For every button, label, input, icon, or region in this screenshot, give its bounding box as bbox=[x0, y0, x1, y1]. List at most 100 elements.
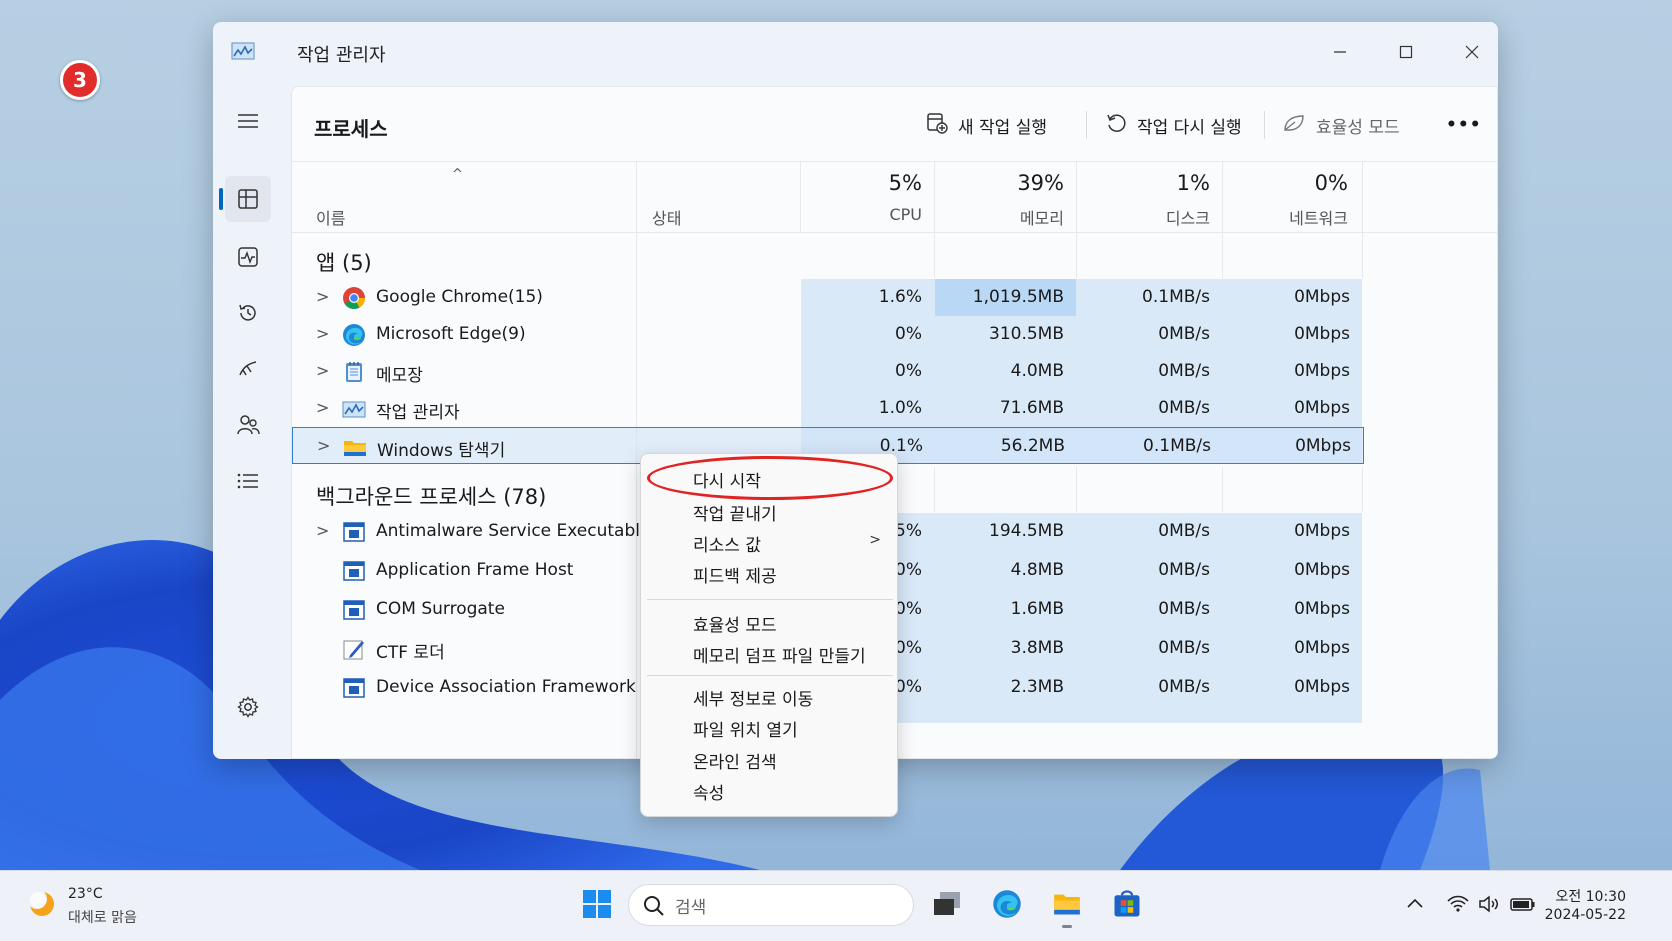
weather-description[interactable]: 대체로 맑음 bbox=[68, 907, 137, 927]
menu-item-restart[interactable]: 다시 시작 bbox=[693, 467, 761, 492]
memory-value: 1.6MB bbox=[1010, 599, 1064, 619]
task-manager-icon bbox=[342, 397, 366, 421]
network-value: 0Mbps bbox=[1294, 361, 1350, 381]
divider bbox=[292, 232, 1498, 233]
toolbar-separator bbox=[1264, 111, 1265, 139]
column-divider bbox=[934, 233, 935, 278]
battery-icon[interactable] bbox=[1510, 894, 1536, 919]
column-divider bbox=[1076, 233, 1077, 278]
expand-chevron-icon[interactable]: > bbox=[316, 287, 329, 306]
folder-icon bbox=[343, 435, 367, 459]
task-view-icon[interactable] bbox=[930, 887, 964, 921]
wifi-icon[interactable] bbox=[1446, 894, 1470, 919]
menu-item-resource-values[interactable]: 리소스 값 bbox=[693, 531, 761, 556]
memory-value: 4.0MB bbox=[1010, 361, 1064, 381]
disk-value: 0MB/s bbox=[1158, 398, 1210, 418]
expand-chevron-icon[interactable]: > bbox=[317, 436, 330, 455]
expand-chevron-icon[interactable]: > bbox=[316, 324, 329, 343]
notepad-icon bbox=[342, 360, 366, 384]
network-value: 0Mbps bbox=[1294, 521, 1350, 541]
sort-ascending-icon[interactable]: ^ bbox=[452, 167, 463, 182]
performance-nav-icon[interactable] bbox=[225, 234, 271, 280]
process-name: COM Surrogate bbox=[376, 599, 505, 619]
settings-gear-icon[interactable] bbox=[225, 684, 271, 730]
column-divider bbox=[1076, 467, 1077, 512]
restart-task-label: 작업 다시 실행 bbox=[1137, 117, 1242, 138]
weather-temperature[interactable]: 23°C bbox=[68, 886, 103, 902]
column-header-disk[interactable]: 디스크 bbox=[1122, 205, 1210, 229]
maximize-button[interactable] bbox=[1383, 32, 1429, 72]
memory-total-percent: 39% bbox=[1017, 171, 1064, 195]
table-row[interactable]: > Microsoft Edge(9) 0% 310.5MB 0MB/s 0Mb… bbox=[292, 316, 1362, 353]
expand-chevron-icon[interactable]: > bbox=[316, 361, 329, 380]
network-value: 0Mbps bbox=[1295, 436, 1351, 456]
process-name: 메모장 bbox=[376, 366, 423, 386]
menu-item-create-dump[interactable]: 메모리 덤프 파일 만들기 bbox=[693, 642, 866, 667]
service-icon bbox=[342, 520, 366, 544]
disk-value: 0MB/s bbox=[1158, 521, 1210, 541]
more-options-button[interactable]: ••• bbox=[1446, 109, 1482, 141]
cpu-total-percent: 5% bbox=[888, 171, 922, 195]
service-icon bbox=[342, 598, 366, 622]
disk-value: 0MB/s bbox=[1158, 638, 1210, 658]
process-name: Google Chrome(15) bbox=[376, 287, 543, 307]
processes-nav-icon[interactable] bbox=[225, 176, 271, 222]
show-hidden-icons-chevron-icon[interactable] bbox=[1406, 894, 1424, 915]
app-history-nav-icon[interactable] bbox=[225, 290, 271, 336]
expand-chevron-icon[interactable]: > bbox=[316, 398, 329, 417]
process-name: CTF 로더 bbox=[376, 643, 445, 663]
file-explorer-taskbar-icon[interactable] bbox=[1050, 887, 1084, 921]
clock-time[interactable]: 오전 10:30 bbox=[1550, 886, 1626, 906]
active-nav-indicator bbox=[219, 188, 223, 210]
edge-taskbar-icon[interactable] bbox=[990, 887, 1024, 921]
process-name: Device Association Framework ... bbox=[376, 677, 658, 697]
table-row[interactable]: > 메모장 0% 4.0MB 0MB/s 0Mbps bbox=[292, 353, 1362, 390]
menu-item-efficiency-mode[interactable]: 효율성 모드 bbox=[693, 611, 777, 636]
details-nav-icon[interactable] bbox=[225, 458, 271, 504]
column-divider bbox=[1362, 467, 1363, 512]
process-name: Antimalware Service Executable bbox=[376, 521, 651, 541]
service-icon bbox=[342, 676, 366, 700]
column-divider bbox=[934, 162, 935, 233]
weather-icon[interactable] bbox=[24, 886, 58, 924]
table-row[interactable]: > Google Chrome(15) 1.6% 1,019.5MB 0.1MB… bbox=[292, 279, 1362, 316]
hamburger-menu-icon[interactable] bbox=[225, 98, 271, 144]
pen-icon bbox=[342, 637, 366, 661]
menu-item-open-file-location[interactable]: 파일 위치 열기 bbox=[693, 716, 798, 741]
column-header-memory[interactable]: 메모리 bbox=[972, 205, 1064, 229]
efficiency-leaf-icon bbox=[1282, 113, 1306, 138]
taskbar-search-box[interactable]: 검색 bbox=[628, 884, 914, 926]
context-menu: 다시 시작 작업 끝내기 리소스 값 > 피드백 제공 효율성 모드 메모리 덤… bbox=[640, 453, 898, 817]
column-header-name[interactable]: 이름 bbox=[316, 205, 345, 229]
expand-chevron-icon[interactable]: > bbox=[316, 521, 329, 540]
network-value: 0Mbps bbox=[1294, 677, 1350, 697]
menu-item-properties[interactable]: 속성 bbox=[693, 779, 724, 804]
table-row[interactable]: > 작업 관리자 1.0% 71.6MB 0MB/s 0Mbps bbox=[292, 390, 1362, 427]
users-nav-icon[interactable] bbox=[225, 402, 271, 448]
start-windows-icon[interactable] bbox=[580, 887, 614, 921]
new-task-icon bbox=[926, 112, 948, 139]
memory-value: 56.2MB bbox=[1000, 436, 1065, 456]
network-value: 0Mbps bbox=[1294, 599, 1350, 619]
close-button[interactable] bbox=[1449, 32, 1495, 72]
restart-task-button[interactable]: 작업 다시 실행 bbox=[1105, 109, 1242, 141]
menu-item-feedback[interactable]: 피드백 제공 bbox=[693, 562, 777, 587]
disk-value: 0.1MB/s bbox=[1142, 287, 1210, 307]
clock-date[interactable]: 2024-05-22 bbox=[1540, 907, 1626, 923]
disk-value: 0MB/s bbox=[1158, 677, 1210, 697]
column-divider bbox=[1362, 233, 1363, 278]
volume-icon[interactable] bbox=[1478, 894, 1502, 919]
menu-item-search-online[interactable]: 온라인 검색 bbox=[693, 748, 777, 773]
network-value: 0Mbps bbox=[1294, 287, 1350, 307]
column-header-network[interactable]: 네트워크 bbox=[1252, 205, 1348, 229]
column-header-status[interactable]: 상태 bbox=[652, 205, 681, 229]
efficiency-mode-button[interactable]: 효율성 모드 bbox=[1282, 109, 1400, 141]
microsoft-store-icon[interactable] bbox=[1110, 887, 1144, 921]
menu-item-go-to-details[interactable]: 세부 정보로 이동 bbox=[693, 685, 813, 710]
column-header-cpu[interactable]: CPU bbox=[832, 205, 922, 224]
menu-item-end-task[interactable]: 작업 끝내기 bbox=[693, 500, 777, 525]
minimize-button[interactable] bbox=[1317, 32, 1363, 72]
run-new-task-button[interactable]: 새 작업 실행 bbox=[926, 109, 1047, 141]
restart-highlight-ring bbox=[647, 456, 893, 500]
startup-apps-nav-icon[interactable] bbox=[225, 346, 271, 392]
